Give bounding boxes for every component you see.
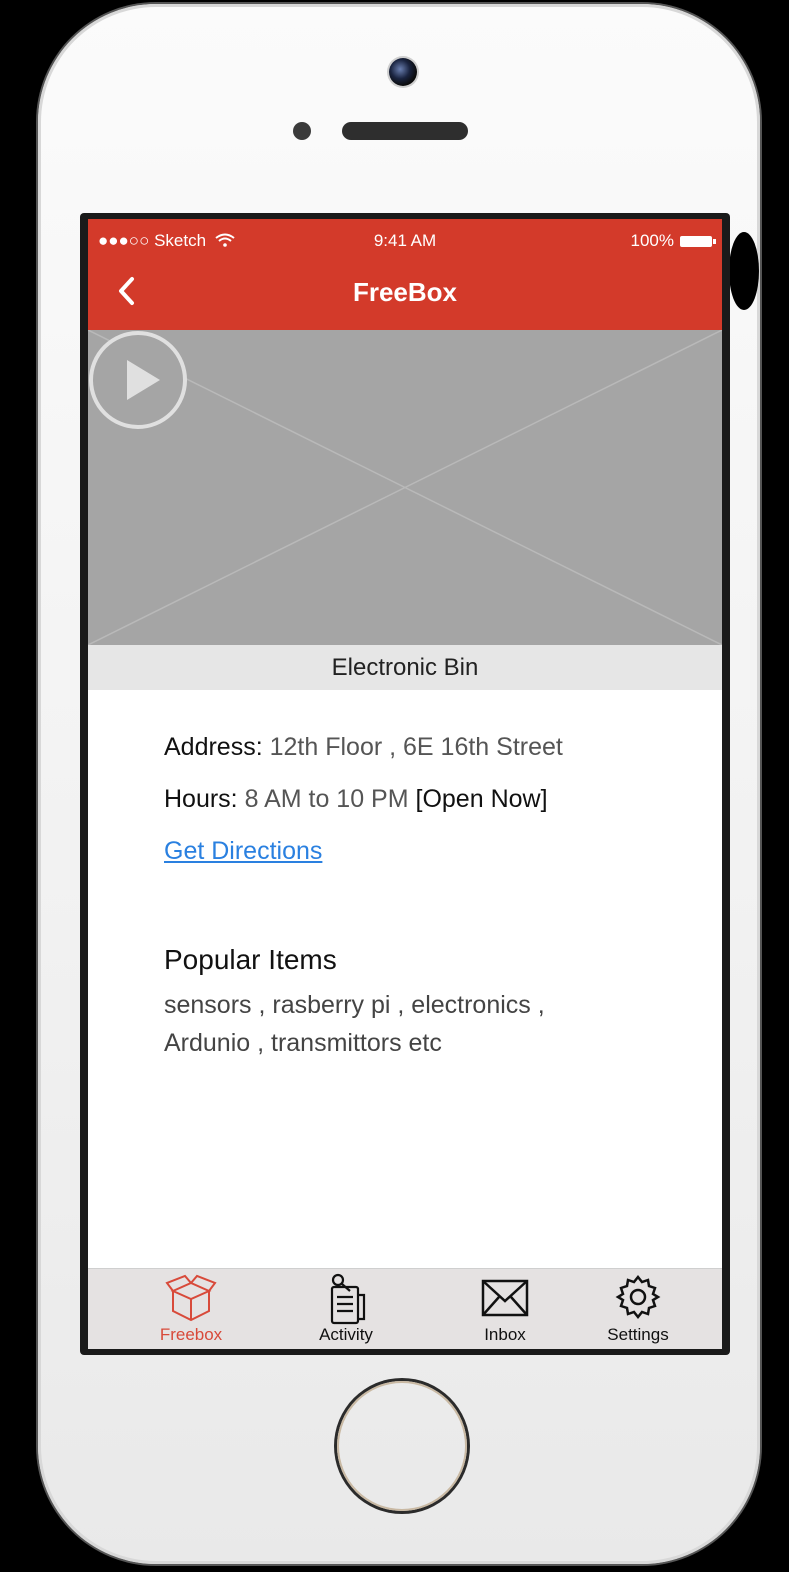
popular-items-section: Popular Items sensors , rasberry pi , el… (164, 944, 704, 1062)
hours-value: 8 AM to 10 PM (244, 785, 409, 813)
play-icon[interactable] (88, 330, 188, 430)
popular-items-line-1: sensors , rasberry pi , electronics , (164, 991, 545, 1019)
tab-label-freebox: Freebox (159, 1325, 223, 1344)
tab-label-inbox: Inbox (484, 1325, 526, 1344)
tab-freebox[interactable]: Freebox (131, 1269, 251, 1349)
page-title: FreeBox (352, 277, 458, 307)
tab-label-settings: Settings (607, 1325, 669, 1344)
tab-bar: Freebox Activity Inbox Settings (88, 1268, 722, 1349)
side-button (729, 232, 759, 310)
app-view: ●●●○○ Sketch 9:41 AM 100% FreeBox Electr… (88, 219, 722, 1349)
address-row: Address: 12th Floor , 6E 16th Street (164, 727, 704, 779)
tab-activity[interactable]: Activity (286, 1269, 406, 1349)
address-label: Address: (164, 733, 263, 761)
tab-inbox[interactable]: Inbox (445, 1269, 565, 1349)
popular-items-text: sensors , rasberry pi , electronics , Ar… (164, 986, 704, 1062)
earpiece-speaker (342, 122, 468, 140)
status-bar: ●●●○○ Sketch 9:41 AM 100% (88, 231, 722, 253)
screen: ●●●○○ Sketch 9:41 AM 100% FreeBox Electr… (80, 213, 730, 1355)
navigation-bar: ●●●○○ Sketch 9:41 AM 100% FreeBox (88, 219, 722, 330)
bin-title: Electronic Bin (88, 645, 722, 690)
clipboard-icon (330, 1273, 366, 1325)
envelope-icon (481, 1279, 529, 1317)
video-placeholder (88, 330, 722, 645)
proximity-sensor (293, 122, 311, 140)
address-value: 12th Floor , 6E 16th Street (269, 733, 563, 761)
popular-items-heading: Popular Items (164, 944, 337, 975)
front-camera (389, 58, 417, 86)
bin-details: Address: 12th Floor , 6E 16th Street Hou… (164, 727, 704, 883)
battery-percent: 100% (630, 231, 674, 250)
tab-label-activity: Activity (319, 1325, 373, 1344)
gear-icon (615, 1274, 661, 1320)
hours-label: Hours: (164, 785, 238, 813)
box-icon (165, 1274, 217, 1322)
battery-indicator: 100% (630, 231, 716, 251)
directions-row: Get Directions (164, 831, 704, 883)
get-directions-link[interactable]: Get Directions (164, 837, 322, 865)
tab-settings[interactable]: Settings (578, 1269, 698, 1349)
home-button[interactable] (337, 1381, 467, 1511)
status-time: 9:41 AM (373, 231, 437, 250)
open-status: [Open Now] (415, 785, 548, 813)
popular-items-line-2: Ardunio , transmittors etc (164, 1029, 442, 1057)
battery-icon (680, 235, 716, 247)
hours-row: Hours: 8 AM to 10 PM [Open Now] (164, 779, 704, 831)
